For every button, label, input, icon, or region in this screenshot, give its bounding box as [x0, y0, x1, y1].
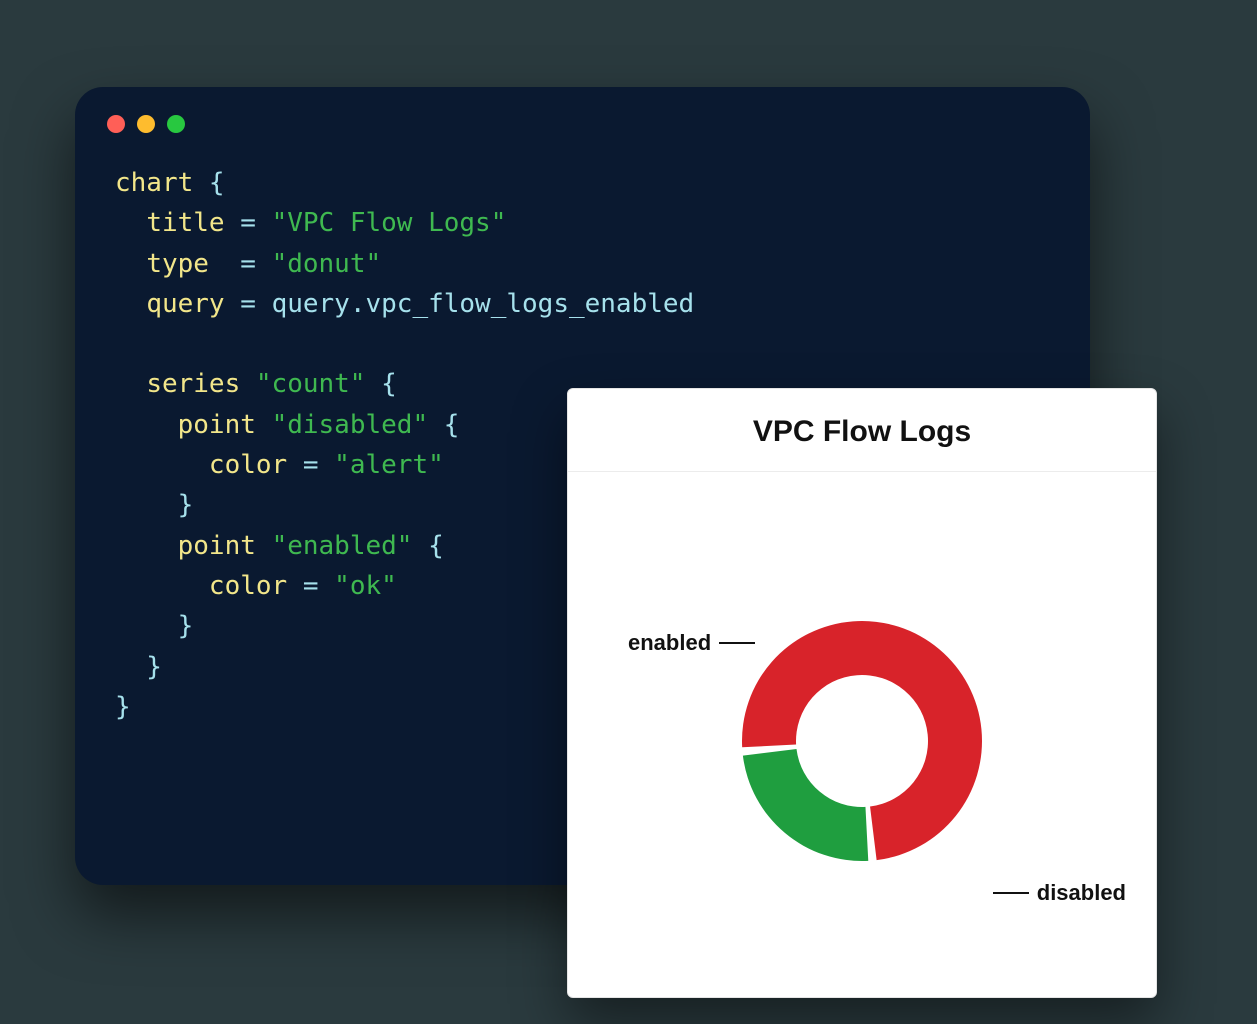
chart-header: VPC Flow Logs	[568, 389, 1156, 472]
chart-body: enabled disabled	[568, 472, 1156, 990]
leader-line-icon	[719, 642, 755, 644]
window-traffic-lights	[75, 87, 1090, 133]
chart-label-enabled: enabled	[628, 630, 755, 656]
chart-label-disabled: disabled	[993, 880, 1126, 906]
chart-card: VPC Flow Logs enabled disabled	[567, 388, 1157, 998]
minimize-icon[interactable]	[137, 115, 155, 133]
close-icon[interactable]	[107, 115, 125, 133]
donut-chart	[712, 591, 1012, 891]
maximize-icon[interactable]	[167, 115, 185, 133]
chart-title: VPC Flow Logs	[588, 415, 1136, 449]
chart-label-disabled-text: disabled	[1037, 880, 1126, 906]
chart-label-enabled-text: enabled	[628, 630, 711, 656]
leader-line-icon	[993, 892, 1029, 894]
donut-segment-enabled	[743, 749, 868, 861]
